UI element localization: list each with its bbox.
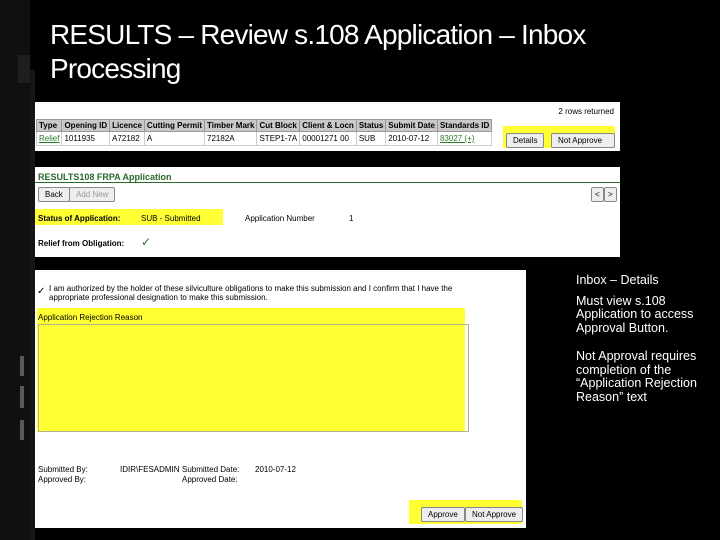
column-header[interactable]: Licence [109, 119, 145, 132]
submitted-by-label: Submitted By: [38, 465, 88, 474]
frpa-application-panel: RESULTS108 FRPA Application Back Add New… [35, 167, 620, 257]
status-value: SUB - Submitted [141, 214, 201, 223]
approve-button[interactable]: Approve [421, 507, 465, 522]
rows-returned: 2 rows returned [558, 107, 614, 116]
approved-date-label: Approved Date: [182, 475, 238, 484]
submitted-date-value: 2010-07-12 [255, 465, 296, 474]
add-new-button[interactable]: Add New [69, 187, 116, 202]
table-row: Relief 1011935 A72182 A 72182A STEP1-7A … [35, 131, 493, 146]
column-header[interactable]: Status [355, 119, 387, 132]
application-number-label: Application Number [245, 214, 315, 223]
column-header[interactable]: Client & Locn [299, 119, 357, 132]
authorization-check-icon: ✓ [37, 286, 46, 297]
approved-by-label: Approved By: [38, 475, 87, 484]
note-inbox-details: Inbox – Details [576, 273, 659, 287]
inbox-table: Type Opening ID Licence Cutting Permit T… [35, 119, 493, 146]
table-cell: 1011935 [61, 131, 111, 146]
table-cell: 2010-07-12 [385, 131, 438, 146]
table-cell: SUB [355, 131, 387, 146]
check-icon: ✓ [141, 235, 152, 249]
table-cell: STEP1-7A [256, 131, 301, 146]
frpa-header: RESULTS108 FRPA Application [38, 172, 172, 182]
authorization-text: I am authorized by the holder of these s… [49, 284, 453, 302]
header-divider [35, 182, 620, 183]
prev-icon[interactable]: < [591, 187, 604, 202]
table-cell: A72182 [109, 131, 145, 146]
slide-title: RESULTS – Review s.108 Application – Inb… [50, 19, 586, 84]
status-label: Status of Application: [38, 214, 121, 223]
note-must-view: Must view s.108 Application to access Ap… [576, 293, 694, 335]
submitted-date-label: Submitted Date: [182, 465, 240, 474]
application-number-value: 1 [349, 214, 354, 223]
back-button[interactable]: Back [38, 187, 70, 202]
column-header[interactable]: Type [35, 119, 63, 132]
column-header[interactable]: Opening ID [61, 119, 111, 132]
standards-id-link[interactable]: 83027 (+) [436, 131, 493, 146]
approval-panel: ✓ I am authorized by the holder of these… [35, 270, 526, 528]
not-approve-button[interactable]: Not Approve [465, 507, 524, 522]
submitted-by-value: IDIR\FESADMIN [120, 465, 180, 474]
column-header[interactable]: Timber Mark [204, 119, 258, 132]
column-header[interactable]: Cutting Permit [143, 119, 206, 132]
table-cell: 72182A [204, 131, 258, 146]
column-header[interactable]: Standards ID [436, 119, 493, 132]
rejection-reason-label: Application Rejection Reason [38, 313, 143, 322]
not-approve-button[interactable]: Not Approve [551, 133, 615, 148]
type-cell-link[interactable]: Relief [35, 131, 63, 146]
table-cell: 00001271 00 [299, 131, 357, 146]
note-not-approval: Not Approval requires completion of the … [576, 349, 697, 404]
next-icon[interactable]: > [604, 187, 617, 202]
rejection-reason-textarea[interactable] [38, 324, 469, 432]
table-header-row: Type Opening ID Licence Cutting Permit T… [35, 119, 493, 132]
decor-tick [20, 356, 24, 376]
notes-panel: Inbox – Details Must view s.108 Applicat… [576, 273, 716, 404]
decor-tick [20, 386, 24, 408]
relief-label: Relief from Obligation: [38, 239, 125, 248]
inbox-table-panel: 2 rows returned Type Opening ID Licence … [35, 102, 620, 151]
decor-block [18, 55, 30, 83]
decor-tick [20, 420, 24, 440]
details-button[interactable]: Details [506, 133, 545, 148]
column-header[interactable]: Cut Block [256, 119, 301, 132]
table-cell: A [143, 131, 206, 146]
column-header[interactable]: Submit Date [385, 119, 438, 132]
